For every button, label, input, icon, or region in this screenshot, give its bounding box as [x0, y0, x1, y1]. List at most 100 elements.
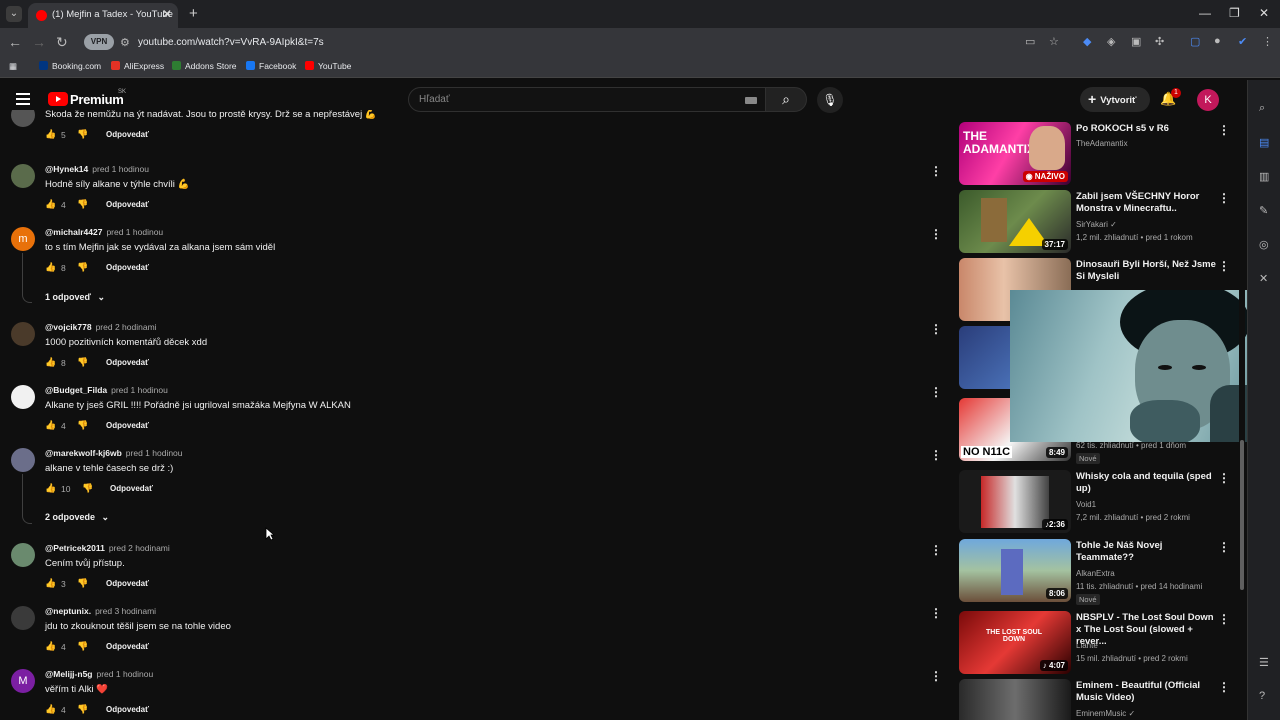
reading-list-icon[interactable]: ▥: [1259, 170, 1269, 183]
like-icon[interactable]: 👍: [45, 420, 56, 431]
minimize-icon[interactable]: —: [1199, 6, 1211, 20]
comment-time[interactable]: pred 1 hodinou: [97, 669, 154, 679]
channel-name[interactable]: SirYakari ✓: [1076, 220, 1117, 229]
like-icon[interactable]: 👍: [45, 483, 56, 494]
more-actions-icon[interactable]: ⋮: [930, 385, 942, 399]
reply-button[interactable]: Odpovedať: [106, 263, 149, 272]
account-avatar[interactable]: K: [1197, 89, 1219, 111]
bookmark-youtube[interactable]: YouTube: [305, 61, 351, 71]
author-name[interactable]: @vojcik778: [45, 322, 92, 332]
bookmark-aliexpress[interactable]: AliExpress: [111, 61, 164, 71]
more-actions-icon[interactable]: ⋮: [1218, 191, 1230, 205]
back-icon[interactable]: ←: [8, 34, 22, 50]
tab-search-icon[interactable]: ⌄: [6, 6, 22, 22]
keyboard-icon[interactable]: [745, 97, 757, 104]
scrollbar-thumb[interactable]: [1240, 440, 1244, 590]
more-actions-icon[interactable]: ⋮: [930, 606, 942, 620]
author-name[interactable]: @michalr4427: [45, 227, 102, 237]
avatar[interactable]: [11, 164, 35, 188]
more-actions-icon[interactable]: ⋮: [1218, 123, 1230, 137]
youtube-logo-icon[interactable]: [48, 92, 68, 106]
replies-toggle[interactable]: 2 odpovede ⌄: [45, 512, 109, 523]
avatar[interactable]: [11, 448, 35, 472]
video-thumbnail[interactable]: THE LOST SOUL DOWN ♪ 4:07: [959, 611, 1071, 674]
reply-button[interactable]: Odpovedať: [110, 484, 153, 493]
bookmark-facebook[interactable]: Facebook: [246, 61, 296, 71]
bookmark-addons-store[interactable]: Addons Store: [172, 61, 237, 71]
bookmark-booking[interactable]: Booking.com: [39, 61, 101, 71]
reply-button[interactable]: Odpovedať: [106, 705, 149, 714]
more-actions-icon[interactable]: ⋮: [1218, 259, 1230, 273]
create-button[interactable]: + Vytvoriť: [1080, 87, 1150, 112]
like-icon[interactable]: 👍: [45, 262, 56, 273]
video-thumbnail[interactable]: ♪2:36: [959, 470, 1071, 533]
avatar[interactable]: [11, 606, 35, 630]
more-actions-icon[interactable]: ⋮: [930, 543, 942, 557]
reply-button[interactable]: Odpovedať: [106, 200, 149, 209]
like-icon[interactable]: 👍: [45, 357, 56, 368]
search-input[interactable]: Hľadať: [408, 87, 766, 112]
avatar[interactable]: [11, 385, 35, 409]
restore-icon[interactable]: ❐: [1229, 6, 1240, 20]
author-name[interactable]: @Petricek2011: [45, 543, 105, 553]
related-video[interactable]: THE LOST SOUL DOWN ♪ 4:07 NBSPLV - The L…: [958, 611, 1240, 675]
author-name[interactable]: @Hynek14: [45, 164, 88, 174]
dislike-icon[interactable]: 👎: [77, 420, 88, 431]
browser-tab-active[interactable]: (1) Mejfin a Tadex - YouTube ✕: [28, 3, 178, 28]
related-video[interactable]: ♪2:36 Whisky cola and tequila (sped up) …: [958, 470, 1240, 534]
video-title[interactable]: Tohle Je Náš Novej Teammate??: [1076, 540, 1216, 564]
comment-time[interactable]: pred 1 hodinou: [111, 385, 168, 395]
video-title[interactable]: Eminem - Beautiful (Official Music Video…: [1076, 680, 1216, 704]
related-video[interactable]: 8:06 Tohle Je Náš Novej Teammate?? Alkan…: [958, 539, 1240, 605]
page-scrollbar[interactable]: [1239, 80, 1245, 720]
tab-close-icon[interactable]: ✕: [162, 7, 172, 21]
avatar[interactable]: m: [11, 227, 35, 251]
reply-button[interactable]: Odpovedať: [106, 421, 149, 430]
video-thumbnail[interactable]: 8:06: [959, 539, 1071, 602]
replies-toggle[interactable]: 1 odpoveď ⌄: [45, 292, 105, 303]
reply-button[interactable]: Odpovedať: [106, 358, 149, 367]
window-close-icon[interactable]: ✕: [1259, 6, 1269, 20]
dislike-icon[interactable]: 👎: [82, 483, 93, 494]
profile-icon[interactable]: ●: [1214, 35, 1221, 47]
like-icon[interactable]: 👍: [45, 578, 56, 589]
extension-media-icon[interactable]: ▣: [1131, 35, 1141, 48]
site-info-icon[interactable]: ⚙: [120, 36, 130, 49]
avatar[interactable]: [11, 110, 35, 127]
more-actions-icon[interactable]: ⋮: [930, 448, 942, 462]
chat-icon[interactable]: ▤: [1259, 136, 1269, 149]
more-actions-icon[interactable]: ⋮: [1218, 540, 1230, 554]
reload-icon[interactable]: ↻: [56, 34, 68, 51]
extension-shield-icon[interactable]: ◆: [1083, 35, 1091, 48]
like-icon[interactable]: 👍: [45, 129, 56, 140]
comment-time[interactable]: pred 1 hodinou: [106, 227, 163, 237]
tools-icon[interactable]: ✕: [1259, 272, 1268, 285]
video-title[interactable]: Whisky cola and tequila (sped up): [1076, 471, 1216, 495]
reply-button[interactable]: Odpovedať: [106, 579, 149, 588]
more-actions-icon[interactable]: ⋮: [1218, 612, 1230, 626]
dislike-icon[interactable]: 👎: [77, 129, 88, 140]
like-icon[interactable]: 👍: [45, 641, 56, 652]
menu-icon[interactable]: [16, 93, 30, 105]
more-actions-icon[interactable]: ⋮: [930, 227, 942, 241]
search-button[interactable]: ⌕: [765, 87, 807, 112]
avatar[interactable]: [11, 543, 35, 567]
edit-icon[interactable]: ✎: [1259, 204, 1268, 217]
search-sidebar-icon[interactable]: ⌕: [1259, 102, 1265, 115]
help-icon[interactable]: ?: [1259, 690, 1265, 702]
avatar[interactable]: [11, 322, 35, 346]
dislike-icon[interactable]: 👎: [77, 641, 88, 652]
comment-time[interactable]: pred 2 hodinami: [109, 543, 170, 553]
comment-time[interactable]: pred 2 hodinami: [96, 322, 157, 332]
author-name[interactable]: @Budget_Filda: [45, 385, 107, 395]
address-bar[interactable]: youtube.com/watch?v=VvRA-9AIpkI&t=7s: [138, 37, 324, 48]
gamepad-icon[interactable]: ◎: [1259, 238, 1269, 251]
dislike-icon[interactable]: 👎: [77, 357, 88, 368]
comment-time[interactable]: pred 1 hodinou: [126, 448, 183, 458]
related-video[interactable]: THE ADAMANTIX ◉ NAŽIVO Po ROKOCH s5 v R6…: [958, 122, 1240, 186]
author-name[interactable]: @neptunix.: [45, 606, 91, 616]
video-title[interactable]: Po ROKOCH s5 v R6: [1076, 123, 1216, 135]
video-thumbnail[interactable]: 37:17: [959, 190, 1071, 253]
author-name[interactable]: @marekwolf-kj6wb: [45, 448, 122, 458]
dislike-icon[interactable]: 👎: [77, 262, 88, 273]
